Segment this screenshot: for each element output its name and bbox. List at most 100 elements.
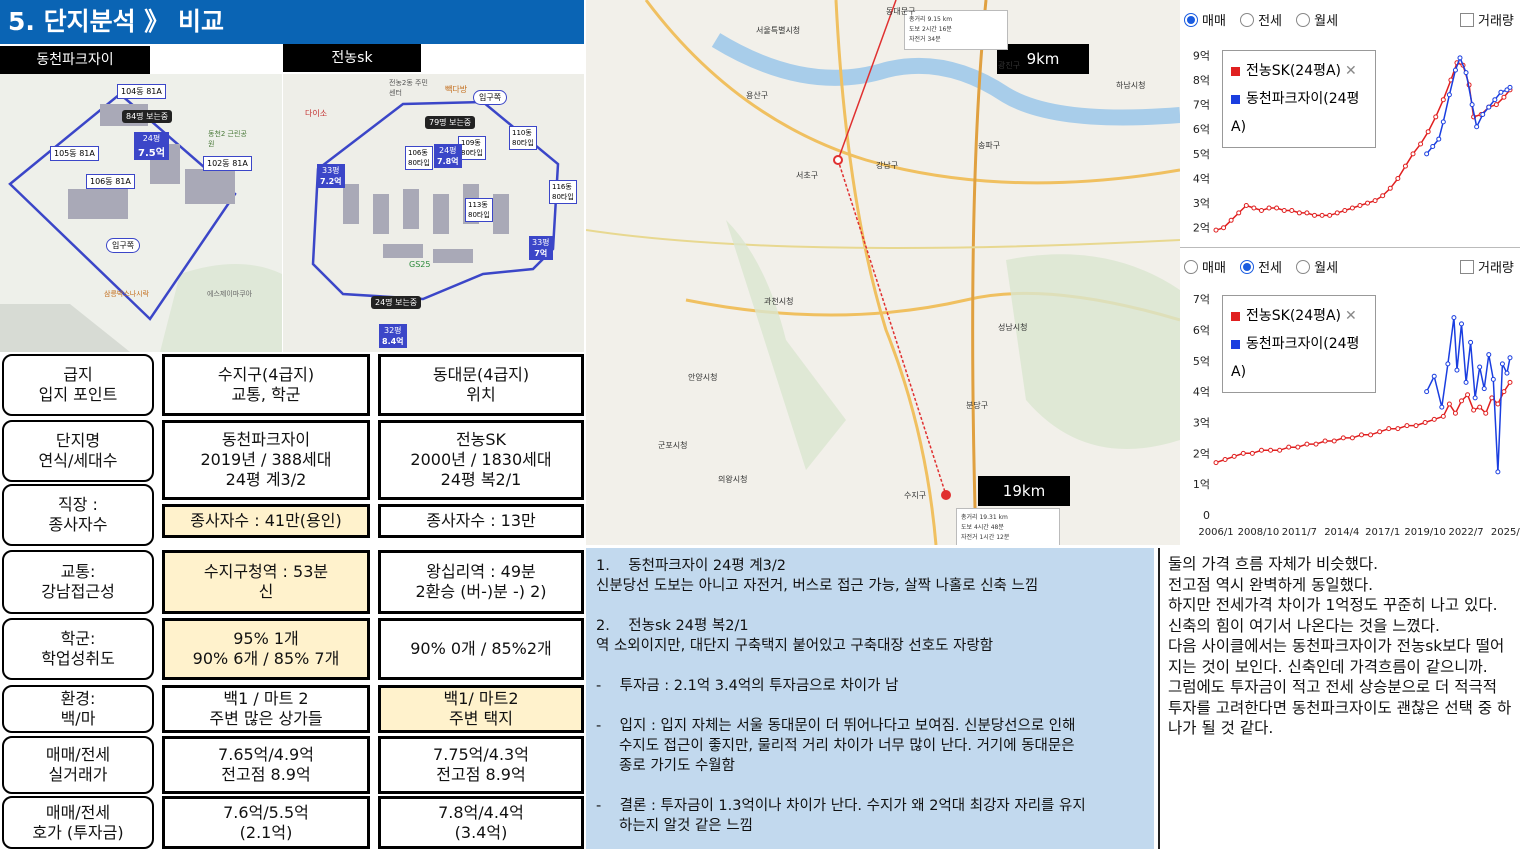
legend-item-dongcheon[interactable]: 동천파크자이(24평A) bbox=[1231, 330, 1367, 386]
data-point bbox=[1349, 205, 1355, 211]
data-point bbox=[1387, 185, 1393, 191]
y-tick-label: 4억 bbox=[1193, 172, 1210, 185]
y-tick-label: 1억 bbox=[1193, 478, 1210, 491]
note-line: - 결론 : 투자금이 1.3억이나 차이가 난다. 수지가 왜 2억대 최강자… bbox=[596, 798, 1086, 834]
data-point bbox=[1425, 129, 1431, 135]
price-pin-2[interactable]: 24평 7.8억 bbox=[434, 144, 462, 168]
place-gunpo: 군포시청 bbox=[658, 441, 688, 450]
radio-jeonse[interactable] bbox=[1240, 259, 1255, 274]
data-point bbox=[1365, 200, 1371, 206]
data-point bbox=[1480, 111, 1486, 117]
data-point bbox=[1465, 392, 1471, 398]
page-title: 5. 단지분석 》 bbox=[8, 7, 170, 36]
pin-106[interactable]: 106동 81A bbox=[86, 174, 135, 189]
pin-109[interactable]: 109동 80타입 bbox=[458, 136, 486, 160]
data-point bbox=[1504, 370, 1510, 376]
note-line: - 입지 : 입지 자체는 서울 동대문이 더 뛰어나다고 보여짐. 신분당선으… bbox=[596, 718, 1076, 774]
row-label: 학군: 학업성취도 bbox=[2, 618, 154, 680]
place-uiwang: 의왕시청 bbox=[718, 475, 748, 484]
data-point bbox=[1268, 447, 1274, 453]
radio-sale[interactable] bbox=[1184, 12, 1198, 27]
y-tick-label: 5억 bbox=[1193, 355, 1210, 368]
radio-jeonse[interactable] bbox=[1240, 12, 1255, 27]
volume-checkbox[interactable] bbox=[1460, 12, 1474, 27]
row-label: 단지명 연식/세대수 bbox=[2, 420, 154, 482]
row-label: 급지 입지 포인트 bbox=[2, 354, 154, 416]
volume-checkbox[interactable] bbox=[1460, 259, 1474, 274]
data-point bbox=[1501, 389, 1507, 395]
close-icon[interactable]: ✕ bbox=[1345, 308, 1357, 324]
x-tick-label: 2019/10 bbox=[1404, 527, 1446, 538]
data-point bbox=[1380, 193, 1386, 199]
center-map[interactable]: 9km 19km 총거리 9.15 km 도보 2시간 16분 자전거 34분 총거… bbox=[586, 0, 1180, 545]
poi-cafe: 빽다방 bbox=[445, 85, 468, 94]
map-left[interactable]: 104동 81A 105동 81A 106동 81A 102동 81A 84명 … bbox=[0, 74, 282, 352]
data-point bbox=[1395, 426, 1401, 432]
y-tick-label: 5억 bbox=[1193, 148, 1210, 161]
data-point bbox=[1258, 207, 1264, 213]
y-tick-label: 6억 bbox=[1193, 123, 1210, 136]
price-pin-3[interactable]: 33평 7억 bbox=[529, 236, 553, 260]
row-value-dongcheon: 동천파크자이 2019년 / 388세대 24평 계3/2 bbox=[162, 420, 370, 500]
data-point bbox=[1463, 70, 1469, 76]
row-value-jeonnong: 백1/ 마트2 주변 택지 bbox=[378, 685, 584, 733]
pin-102[interactable]: 102동 81A bbox=[203, 156, 252, 171]
pin-110[interactable]: 110동 80타입 bbox=[509, 126, 537, 150]
data-point bbox=[1277, 447, 1283, 453]
legend-item-dongcheon[interactable]: 동천파크자이(24평A) bbox=[1231, 85, 1367, 141]
data-point bbox=[1249, 450, 1255, 456]
volume-toggle[interactable]: 거래량 bbox=[1460, 10, 1514, 29]
pin-113[interactable]: 113동 80타입 bbox=[465, 198, 493, 222]
data-point bbox=[1274, 205, 1280, 211]
data-point bbox=[1440, 97, 1446, 103]
pin-105[interactable]: 105동 81A bbox=[50, 146, 99, 161]
legend-item-jeonnong[interactable]: 전농SK(24평A) ✕ bbox=[1231, 57, 1367, 85]
price-pin[interactable]: 24평 7.5억 bbox=[134, 132, 169, 160]
chart-legend-sale: 전농SK(24평A) ✕ 동천파크자이(24평A) bbox=[1222, 50, 1376, 148]
row-value-dongcheon: 백1 / 마트 2 주변 많은 상가들 bbox=[162, 685, 370, 733]
center-map-drawing bbox=[586, 0, 1180, 545]
place-seongnam: 성남시청 bbox=[998, 323, 1028, 332]
data-point bbox=[1472, 395, 1478, 401]
price-pin-4[interactable]: 32평 8.4억 bbox=[379, 324, 407, 348]
data-point bbox=[1468, 339, 1474, 345]
row-value-jeonnong: 7.8억/4.4억 (3.4억) bbox=[378, 796, 584, 849]
x-tick-label: 2011/7 bbox=[1282, 527, 1317, 538]
data-point bbox=[1342, 207, 1348, 213]
data-point bbox=[1413, 423, 1419, 429]
data-point bbox=[1501, 94, 1507, 100]
pin-104[interactable]: 104동 81A bbox=[117, 84, 166, 99]
data-point bbox=[1431, 373, 1437, 379]
place-bundang: 분당구 bbox=[966, 401, 989, 410]
data-point bbox=[1213, 227, 1219, 233]
close-icon[interactable]: ✕ bbox=[1345, 63, 1357, 79]
legend-item-jeonnong[interactable]: 전농SK(24평A) ✕ bbox=[1231, 302, 1367, 330]
page-title-accent: 비교 bbox=[178, 7, 225, 36]
y-tick-label: 2억 bbox=[1193, 222, 1210, 235]
radio-monthly[interactable] bbox=[1296, 259, 1311, 274]
radio-monthly[interactable] bbox=[1296, 12, 1311, 27]
pin-116[interactable]: 116동 80타입 bbox=[549, 180, 577, 204]
data-point bbox=[1463, 379, 1469, 385]
row-value-dongcheon: 종사자수 : 41만(용인) bbox=[162, 504, 370, 538]
chart-panel-jeonse: 매매 전세 월세 거래량 7억 6억 5억 4억 3억 2억 1억 0 2006/1 2008/1… bbox=[1180, 249, 1520, 546]
map-right[interactable]: 79명 보는중 24명 보는중 106동 80타입 109동 80타입 110동 80… bbox=[283, 74, 584, 352]
price-pin-1[interactable]: 33평 7.2억 bbox=[317, 164, 345, 188]
data-point bbox=[1477, 364, 1483, 370]
note-line: 1. 동천파크자이 24평 계3/2 bbox=[596, 558, 786, 574]
route-popup-top[interactable]: 총거리 9.15 km 도보 2시간 16분 자전거 34분 bbox=[904, 10, 1008, 50]
volume-toggle[interactable]: 거래량 bbox=[1460, 257, 1514, 276]
data-point bbox=[1439, 404, 1445, 410]
comparison-table: 급지 입지 포인트 수지구(4급지) 교통, 학군 동대문(4급지) 위치 단지명 연… bbox=[0, 352, 586, 849]
radio-sale[interactable] bbox=[1184, 259, 1198, 274]
chart-legend-jeonse: 전농SK(24평A) ✕ 동천파크자이(24평A) bbox=[1222, 295, 1376, 393]
pin-106[interactable]: 106동 80타입 bbox=[405, 146, 433, 170]
data-point bbox=[1402, 163, 1408, 169]
data-point bbox=[1231, 453, 1237, 459]
route-popup-bottom[interactable]: 총거리 19.31 km 도보 4시간 48분 자전거 1시간 12분 bbox=[956, 508, 1060, 545]
data-point bbox=[1228, 217, 1234, 223]
note-line: - 투자금 : 2.1억 3.4억의 투자금으로 차이가 남 bbox=[596, 678, 899, 694]
data-point bbox=[1319, 212, 1325, 218]
place-dongdaemun: 동대문구 bbox=[886, 7, 916, 16]
row-label: 매매/전세 호가 (투자금) bbox=[2, 796, 154, 849]
